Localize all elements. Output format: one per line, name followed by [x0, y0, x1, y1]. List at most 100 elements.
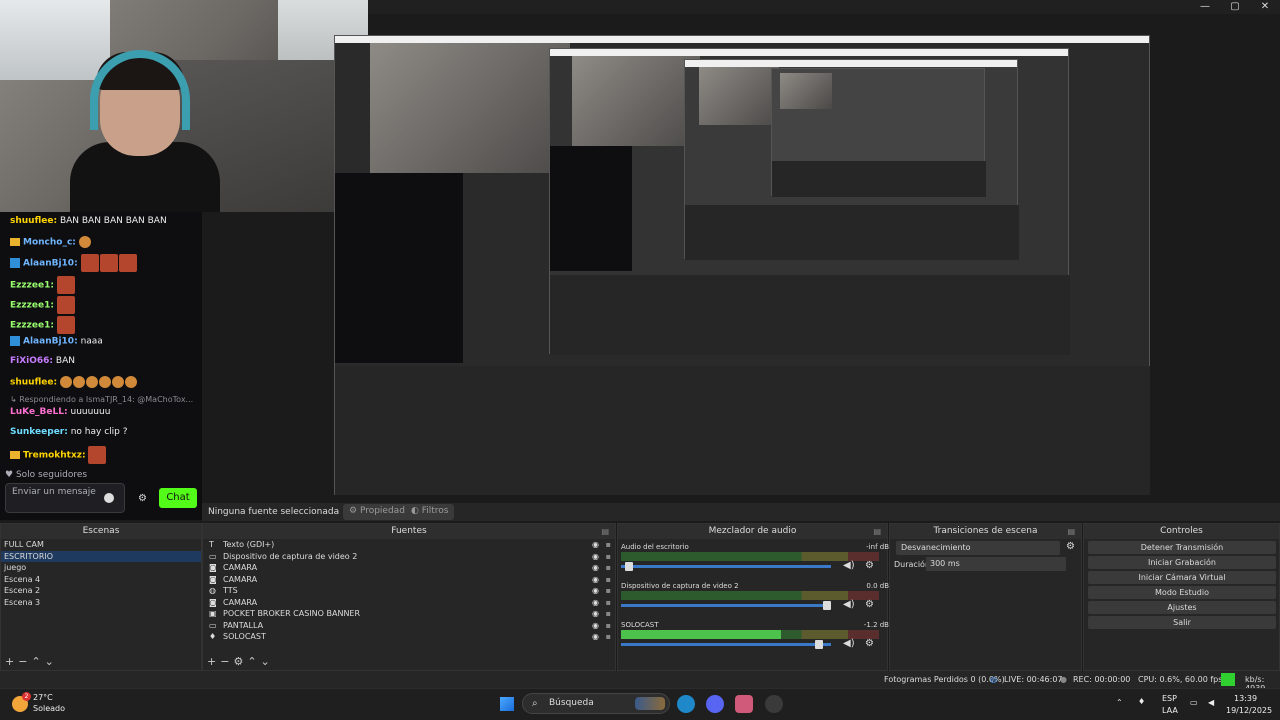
- followers-only-notice: ♥ Solo seguidores: [5, 470, 88, 480]
- visibility-eye-icon[interactable]: ◉: [592, 574, 599, 586]
- nested-obs-1: [334, 35, 1150, 495]
- start-recording-button[interactable]: Iniciar Grabación: [1088, 556, 1276, 569]
- speaker-icon[interactable]: ◀): [843, 560, 855, 571]
- source-item[interactable]: ▣ POCKET BROKER CASINO BANNER ◉ ▪: [203, 608, 615, 620]
- emote-icon: [56, 316, 75, 334]
- track-settings-icon[interactable]: ⚙: [865, 599, 874, 610]
- lock-icon[interactable]: ▪: [606, 585, 611, 597]
- source-item[interactable]: ◙ CAMARA ◉ ▪: [203, 574, 615, 586]
- chat-username: AlaanBj10:: [23, 258, 78, 269]
- scene-item[interactable]: Escena 3: [1, 597, 201, 609]
- studio-mode-button[interactable]: Modo Estudio: [1088, 586, 1276, 599]
- emoji-icon[interactable]: [104, 493, 114, 503]
- chat-settings-icon[interactable]: ⚙: [138, 493, 147, 504]
- tray-chevron-icon[interactable]: ⌃: [1116, 698, 1123, 707]
- maximize-icon[interactable]: ▢: [1220, 0, 1250, 14]
- visibility-eye-icon[interactable]: ◉: [592, 620, 599, 632]
- volume-fader[interactable]: [621, 565, 831, 568]
- move-up-icon[interactable]: ⌃: [31, 655, 44, 668]
- lock-icon[interactable]: ▪: [606, 574, 611, 586]
- source-item[interactable]: ◍ TTS ◉ ▪: [203, 585, 615, 597]
- source-settings-icon[interactable]: ⚙: [233, 655, 247, 668]
- visibility-eye-icon[interactable]: ◉: [592, 631, 599, 643]
- fader-handle[interactable]: [815, 640, 823, 649]
- volume-fader[interactable]: [621, 604, 831, 607]
- lock-icon[interactable]: ▪: [606, 608, 611, 620]
- mic-icon: ♦: [209, 632, 217, 641]
- move-up-icon[interactable]: ⌃: [247, 655, 260, 668]
- volume-icon[interactable]: ◀: [1208, 698, 1214, 707]
- visibility-eye-icon[interactable]: ◉: [592, 539, 599, 551]
- duration-input[interactable]: 300 ms: [926, 557, 1066, 571]
- source-item[interactable]: ◙ CAMARA ◉ ▪: [203, 562, 615, 574]
- taskbar-search[interactable]: ⌕ Búsqueda: [522, 693, 670, 714]
- scene-item[interactable]: FULL CAM: [1, 539, 201, 551]
- transition-settings-icon[interactable]: ⚙: [1066, 541, 1075, 552]
- edge-browser-icon[interactable]: [677, 695, 695, 713]
- volume-fader[interactable]: [621, 643, 831, 646]
- app-icon[interactable]: [765, 695, 783, 713]
- stop-streaming-button[interactable]: Detener Transmisión: [1088, 541, 1276, 554]
- clock-time[interactable]: 13:39: [1234, 694, 1257, 703]
- lock-icon[interactable]: ▪: [606, 551, 611, 563]
- chat-message: Tremokhtxz:: [10, 446, 107, 464]
- speaker-icon[interactable]: ◀): [843, 599, 855, 610]
- close-icon[interactable]: ✕: [1250, 0, 1280, 14]
- visibility-eye-icon[interactable]: ◉: [592, 562, 599, 574]
- scene-item-selected[interactable]: ESCRITORIO: [1, 550, 201, 562]
- visibility-eye-icon[interactable]: ◉: [592, 597, 599, 609]
- dock-menu-icon[interactable]: ▤: [873, 524, 881, 539]
- remove-icon[interactable]: −: [220, 655, 233, 668]
- microphone-icon[interactable]: ♦: [1138, 697, 1145, 706]
- dock-menu-icon[interactable]: ▤: [601, 524, 609, 539]
- fader-handle[interactable]: [823, 601, 831, 610]
- lock-icon[interactable]: ▪: [606, 562, 611, 574]
- source-item[interactable]: T Texto (GDI+) ◉ ▪: [203, 539, 615, 551]
- visibility-eye-icon[interactable]: ◉: [592, 608, 599, 620]
- settings-button[interactable]: Ajustes: [1088, 601, 1276, 614]
- source-item[interactable]: ◙ CAMARA ◉ ▪: [203, 597, 615, 609]
- lock-icon[interactable]: ▪: [606, 539, 611, 551]
- minimize-icon[interactable]: —: [1190, 0, 1220, 14]
- source-item[interactable]: ▭ PANTALLA ◉ ▪: [203, 620, 615, 632]
- scene-item[interactable]: Escena 2: [1, 585, 201, 597]
- move-down-icon[interactable]: ⌄: [45, 655, 58, 668]
- lock-icon[interactable]: ▪: [606, 620, 611, 632]
- emote-icon: [98, 376, 111, 388]
- obs-preview-canvas[interactable]: [334, 35, 1150, 495]
- exit-button[interactable]: Salir: [1088, 616, 1276, 629]
- scene-item[interactable]: Escena 4: [1, 574, 201, 586]
- track-name: SOLOCAST: [621, 621, 659, 629]
- chat-username: Ezzzee1:: [10, 280, 54, 291]
- live-time: LIVE: 00:46:07: [1004, 675, 1063, 684]
- dock-menu-icon[interactable]: ▤: [1067, 524, 1075, 539]
- network-icon[interactable]: ▭: [1190, 698, 1198, 707]
- filters-button[interactable]: ◐ Filtros: [405, 504, 455, 520]
- track-settings-icon[interactable]: ⚙: [865, 560, 874, 571]
- visibility-eye-icon[interactable]: ◉: [592, 551, 599, 563]
- transition-select[interactable]: Desvanecimiento: [896, 541, 1060, 555]
- add-icon[interactable]: +: [5, 655, 18, 668]
- remove-icon[interactable]: −: [18, 655, 31, 668]
- track-settings-icon[interactable]: ⚙: [865, 638, 874, 649]
- add-icon[interactable]: +: [207, 655, 220, 668]
- mixer-track: Dispositivo de captura de video 2 0.0 dB ◀…: [621, 582, 889, 622]
- fader-handle[interactable]: [625, 562, 633, 571]
- obs-app-icon[interactable]: [735, 695, 753, 713]
- source-item[interactable]: ▭ Dispositivo de captura de video 2 ◉ ▪: [203, 551, 615, 563]
- language-code[interactable]: ESP: [1162, 694, 1177, 703]
- track-db: -inf dB: [866, 543, 889, 551]
- scene-item[interactable]: juego: [1, 562, 201, 574]
- move-down-icon[interactable]: ⌄: [261, 655, 274, 668]
- prime-badge-icon: [10, 258, 20, 268]
- chat-send-button[interactable]: Chat: [159, 488, 197, 508]
- source-item[interactable]: ♦ SOLOCAST ◉ ▪: [203, 631, 615, 643]
- speaker-icon[interactable]: ◀): [843, 638, 855, 649]
- start-virtual-camera-button[interactable]: Iniciar Cámara Virtual: [1088, 571, 1276, 584]
- lock-icon[interactable]: ▪: [606, 597, 611, 609]
- chat-username: Tremokhtxz:: [23, 450, 86, 461]
- lock-icon[interactable]: ▪: [606, 631, 611, 643]
- windows-start-icon[interactable]: [500, 697, 514, 711]
- discord-icon[interactable]: [706, 695, 724, 713]
- visibility-eye-icon[interactable]: ◉: [592, 585, 599, 597]
